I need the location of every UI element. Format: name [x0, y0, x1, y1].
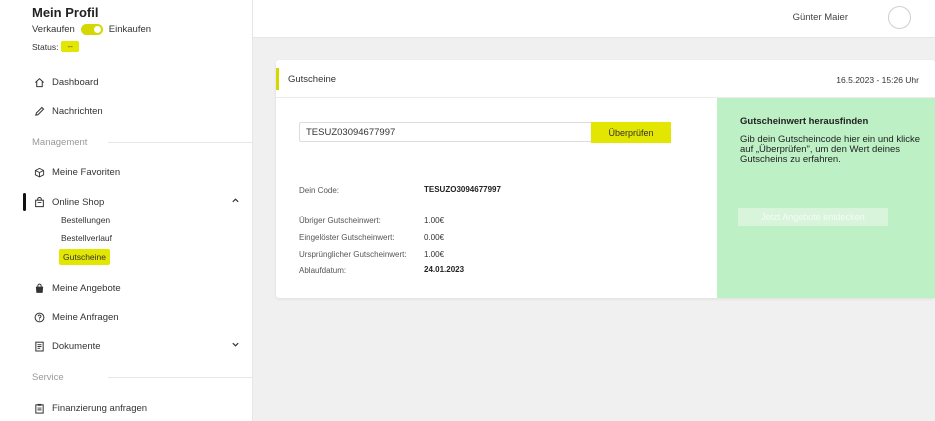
check-voucher-button[interactable]: Überprüfen — [591, 122, 671, 143]
home-icon — [33, 76, 45, 88]
mode-switch-row: Verkaufen Einkaufen — [32, 24, 151, 35]
mode-buy-label: Einkaufen — [108, 24, 152, 35]
sidebar-item-financing[interactable]: Finanzierung anfragen — [33, 402, 243, 414]
section-label-service: Service — [32, 372, 64, 383]
redeemed-value: 0.00€ — [424, 233, 445, 242]
sidebar-item-label: Finanzierung anfragen — [52, 402, 148, 414]
active-indicator — [23, 193, 26, 211]
sidebar-item-label: Nachrichten — [52, 105, 103, 117]
card-header: Gutscheine 16.5.2023 - 15:26 Uhr — [276, 60, 935, 98]
box-icon — [33, 166, 45, 178]
question-circle-icon — [33, 311, 45, 323]
info-panel-text: Gib dein Gutscheincode hier ein und klic… — [740, 134, 921, 165]
sidebar-item-favorites[interactable]: Meine Favoriten — [33, 166, 243, 178]
pencil-icon — [33, 105, 45, 117]
discover-offers-button[interactable]: Jetzt Angebote entdecken — [738, 208, 888, 226]
status-row: Status: -- — [32, 41, 79, 52]
expiry-date-value: 24.01.2023 — [424, 265, 465, 274]
your-code-value: TESUZO3094677997 — [424, 185, 501, 194]
sidebar-item-label: Dashboard — [52, 76, 99, 88]
section-divider — [108, 377, 253, 378]
avatar[interactable] — [888, 6, 911, 29]
sidebar-item-online-shop[interactable]: Online Shop — [33, 196, 243, 208]
status-badge: -- — [61, 41, 79, 52]
sidebar-item-label: Dokumente — [52, 340, 101, 352]
document-icon — [33, 340, 45, 352]
info-panel-title: Gutscheinwert herausfinden — [740, 116, 869, 127]
voucher-card: Gutscheine 16.5.2023 - 15:26 Uhr Überprü… — [276, 60, 935, 298]
card-title: Gutscheine — [288, 74, 337, 85]
chevron-down-icon[interactable] — [231, 340, 240, 351]
sidebar-item-dashboard[interactable]: Dashboard — [33, 76, 243, 88]
shop-bag-icon — [33, 196, 45, 208]
sidebar-item-label: Meine Angebote — [52, 282, 121, 294]
mode-toggle[interactable] — [80, 24, 103, 35]
sidebar-subitem-order-history[interactable]: Bestellverlauf — [61, 233, 112, 243]
sidebar-subitem-orders[interactable]: Bestellungen — [61, 215, 110, 225]
remaining-value: 1.00€ — [424, 216, 445, 225]
bag-icon — [33, 282, 45, 294]
chevron-up-icon[interactable] — [231, 196, 240, 207]
redeemed-value-label: Eingelöster Gutscheinwert: — [299, 233, 395, 242]
status-label: Status: — [32, 41, 59, 52]
original-value: 1.00€ — [424, 250, 445, 259]
sidebar-item-messages[interactable]: Nachrichten — [33, 105, 243, 117]
card-date: 16.5.2023 - 15:26 Uhr — [836, 75, 919, 85]
sidebar-item-label: Meine Favoriten — [52, 166, 121, 178]
original-value-label: Ursprünglicher Gutscheinwert: — [299, 250, 407, 259]
sidebar-item-offers[interactable]: Meine Angebote — [33, 282, 243, 294]
sidebar-subitem-vouchers[interactable]: Gutscheine — [59, 249, 110, 265]
mode-sell-label: Verkaufen — [32, 24, 75, 35]
sidebar-item-documents[interactable]: Dokumente — [33, 340, 243, 352]
section-divider — [108, 142, 253, 143]
sidebar-item-requests[interactable]: Meine Anfragen — [33, 311, 243, 323]
section-label-management: Management — [32, 137, 88, 148]
sidebar-item-label: Online Shop — [52, 196, 105, 208]
remaining-value-label: Übriger Gutscheinwert: — [299, 216, 381, 225]
sidebar: Mein Profil Verkaufen Einkaufen Status: … — [0, 0, 253, 421]
voucher-info-panel: Gutscheinwert herausfinden Gib dein Guts… — [717, 98, 935, 298]
sidebar-item-label: Meine Anfragen — [52, 311, 119, 323]
your-code-label: Dein Code: — [299, 186, 340, 195]
profile-title: Mein Profil — [32, 5, 99, 20]
top-bar: Günter Maier — [253, 0, 935, 38]
user-name[interactable]: Günter Maier — [793, 12, 848, 23]
expiry-date-label: Ablaufdatum: — [299, 266, 347, 275]
clipboard-icon — [33, 402, 45, 414]
card-accent-bar — [276, 68, 279, 90]
voucher-code-input[interactable] — [299, 122, 592, 142]
